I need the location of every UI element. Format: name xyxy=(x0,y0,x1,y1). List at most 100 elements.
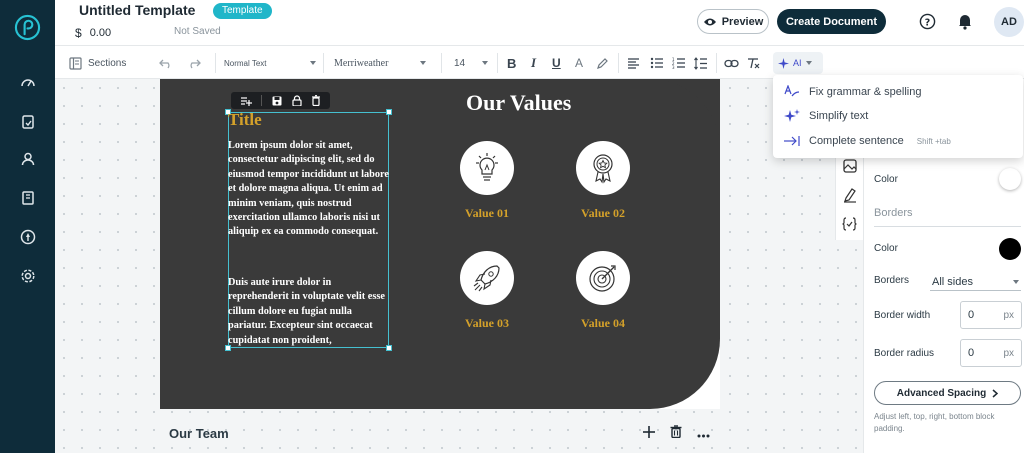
ai-menu-item-complete-sentence[interactable]: Complete sentence Shift +tab xyxy=(784,132,951,150)
add-block-icon[interactable] xyxy=(240,96,252,106)
editor-canvas: Title Lorem ipsum dolor sit amet, consec… xyxy=(55,79,863,453)
ai-label: AI xyxy=(793,58,802,68)
sections-label: Sections xyxy=(88,57,127,69)
panel-tabs xyxy=(835,156,863,240)
borders-select[interactable]: All sides xyxy=(930,273,1021,291)
ai-menu-label: Simplify text xyxy=(809,110,869,122)
redo-icon[interactable] xyxy=(187,54,201,72)
align-left-icon[interactable] xyxy=(627,54,640,72)
border-width-label: Border width xyxy=(874,310,931,321)
chevron-down-icon xyxy=(805,61,812,65)
bullet-list-icon[interactable] xyxy=(650,54,664,72)
value-card[interactable]: Value 01 xyxy=(442,141,532,221)
bell-icon[interactable] xyxy=(956,12,974,30)
advanced-spacing-note: Adjust left, top, right, bottom block pa… xyxy=(874,412,995,433)
app-logo[interactable] xyxy=(14,14,41,41)
italic-icon[interactable]: I xyxy=(531,54,536,72)
unit-label: px xyxy=(1003,347,1014,359)
lock-icon[interactable] xyxy=(291,95,302,106)
link-icon[interactable] xyxy=(724,54,739,72)
text-style-select[interactable]: Normal Text xyxy=(224,54,316,72)
sections-icon xyxy=(69,56,82,70)
block-toolbar xyxy=(231,92,330,109)
background-color-swatch[interactable] xyxy=(999,168,1021,190)
rocket-icon[interactable] xyxy=(17,226,39,248)
preview-button[interactable]: Preview xyxy=(697,9,769,34)
value-label: Value 03 xyxy=(465,316,509,330)
background-color-label: Color xyxy=(874,174,898,185)
toolbar-divider xyxy=(497,53,498,73)
user-icon[interactable] xyxy=(17,148,39,170)
ai-menu-item-fix-grammar[interactable]: Fix grammar & spelling xyxy=(784,83,921,101)
text-color-icon[interactable]: A xyxy=(575,54,583,72)
arrow-right-bar-icon xyxy=(784,136,800,146)
page: Title Lorem ipsum dolor sit amet, consec… xyxy=(160,79,720,409)
undo-icon[interactable] xyxy=(159,54,173,72)
section-actions xyxy=(643,425,710,443)
font-family-select[interactable]: Merriweather xyxy=(334,54,426,72)
trash-icon[interactable] xyxy=(311,95,321,106)
text-style-value: Normal Text xyxy=(224,58,267,68)
value-card[interactable]: Value 04 xyxy=(558,251,648,331)
variable-icon[interactable] xyxy=(842,217,857,236)
svg-text:3: 3 xyxy=(672,65,675,69)
border-radius-input[interactable]: 0 px xyxy=(960,339,1022,367)
border-width-input[interactable]: 0 px xyxy=(960,301,1022,329)
ai-menu-item-simplify[interactable]: Simplify text xyxy=(784,107,868,125)
price-value: 0.00 xyxy=(89,27,112,39)
font-family-value: Merriweather xyxy=(334,57,389,69)
border-color-label: Color xyxy=(874,243,898,254)
add-icon[interactable] xyxy=(643,425,655,443)
sections-toggle[interactable]: Sections xyxy=(69,54,126,72)
toolbar-divider xyxy=(441,53,442,73)
left-rail xyxy=(0,0,55,453)
block-paragraph[interactable]: Lorem ipsum dolor sit amet, consectetur … xyxy=(228,139,390,240)
resize-handle[interactable] xyxy=(386,109,392,115)
more-icon[interactable] xyxy=(697,425,710,443)
value-label: Value 01 xyxy=(465,206,509,220)
dashboard-icon[interactable] xyxy=(17,72,39,94)
eye-icon xyxy=(703,18,716,25)
image-icon[interactable] xyxy=(842,159,857,178)
value-card[interactable]: Value 03 xyxy=(442,251,532,331)
gear-icon[interactable] xyxy=(17,265,39,287)
price-display: $ 0.00 xyxy=(75,26,111,40)
spellcheck-icon xyxy=(784,85,800,97)
advanced-spacing-button[interactable]: Advanced Spacing xyxy=(874,381,1021,405)
svg-text:?: ? xyxy=(925,17,930,28)
documents-icon[interactable] xyxy=(17,111,39,133)
border-radius-label: Border radius xyxy=(874,348,935,359)
value-label: Value 04 xyxy=(581,316,625,330)
line-height-icon[interactable] xyxy=(694,54,708,72)
block-title[interactable]: Title xyxy=(228,110,262,130)
save-icon[interactable] xyxy=(272,96,282,106)
signature-icon[interactable] xyxy=(843,187,857,208)
clear-format-icon[interactable] xyxy=(746,54,760,72)
toolbar-divider xyxy=(323,53,324,73)
document-title[interactable]: Untitled Template xyxy=(79,2,195,18)
chevron-down-icon xyxy=(310,61,316,65)
border-color-swatch[interactable] xyxy=(999,238,1021,260)
trash-icon[interactable] xyxy=(670,425,682,443)
create-document-button[interactable]: Create Document xyxy=(777,9,886,34)
divider xyxy=(874,226,1021,227)
underline-icon[interactable]: U xyxy=(552,54,561,72)
sparkle-icon xyxy=(778,57,789,69)
font-size-select[interactable]: 14 xyxy=(454,54,488,72)
numbered-list-icon[interactable]: 123 xyxy=(672,54,686,72)
toolbar-divider xyxy=(618,53,619,73)
lightbulb-icon xyxy=(476,153,498,181)
highlight-icon[interactable] xyxy=(596,54,609,72)
library-icon[interactable] xyxy=(17,187,39,209)
block-paragraph[interactable]: Duis aute irure dolor in reprehenderit i… xyxy=(228,276,390,348)
toolbar-divider xyxy=(261,95,263,106)
help-icon[interactable]: ? xyxy=(919,13,936,30)
section-name-our-team[interactable]: Our Team xyxy=(169,426,229,441)
values-heading[interactable]: Our Values xyxy=(466,90,571,116)
save-status: Not Saved xyxy=(174,26,221,37)
ai-button[interactable]: AI xyxy=(773,52,823,74)
value-card[interactable]: Value 02 xyxy=(558,141,648,221)
bold-icon[interactable]: B xyxy=(507,54,516,72)
font-size-value: 14 xyxy=(454,57,466,69)
avatar[interactable]: AD xyxy=(994,7,1024,37)
